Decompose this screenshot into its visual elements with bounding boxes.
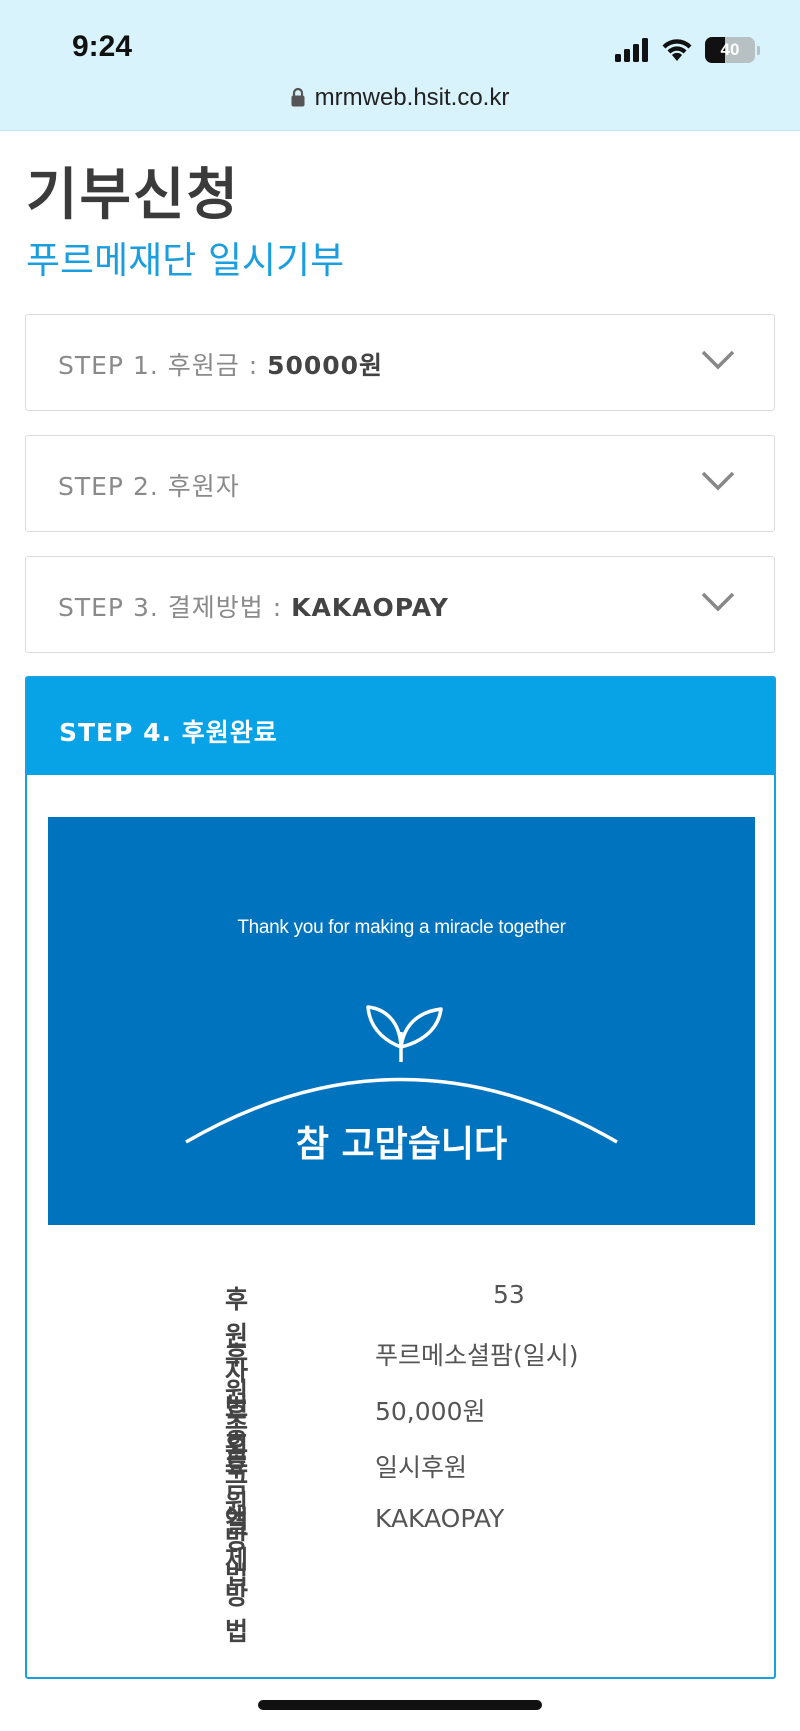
wifi-icon xyxy=(662,39,692,61)
thank-you-banner: Thank you for making a miracle together … xyxy=(48,817,755,1225)
status-icons: 40 xyxy=(615,34,760,66)
page-subtitle: 푸르메재단 일시기부 xyxy=(26,239,345,282)
chevron-down-icon[interactable] xyxy=(700,470,736,492)
detail-value: 푸르메소셜팜(일시) xyxy=(375,1341,579,1370)
url-text: mrmweb.hsit.co.kr xyxy=(314,84,510,111)
page-title: 기부신청 xyxy=(26,163,241,228)
chevron-down-icon[interactable] xyxy=(700,349,736,371)
browser-top-bar: 9:24 40 mrmweb.hsit.co.kr xyxy=(0,0,800,131)
step-1-value: 50000원 xyxy=(267,351,384,380)
detail-value: 53 xyxy=(493,1280,525,1309)
detail-value: 50,000원 xyxy=(375,1397,486,1426)
step-4-header[interactable]: STEP 4. 후원완료 xyxy=(27,678,774,775)
step-1-label: STEP 1. 후원금 : 50000원 xyxy=(58,346,383,382)
detail-value: 일시후원 xyxy=(375,1453,468,1482)
step-1-title: STEP 1. 후원금 : xyxy=(58,351,268,380)
status-time: 9:24 xyxy=(72,30,133,63)
step-4-panel: STEP 4. 후원완료 Thank you for making a mira… xyxy=(25,676,776,1679)
battery-icon: 40 xyxy=(705,37,755,63)
step-3-title: STEP 3. 결제방법 : xyxy=(58,593,292,622)
battery-level: 40 xyxy=(720,40,740,59)
banner-thanks: 참 고맙습니다 xyxy=(295,1124,508,1165)
battery-cap xyxy=(757,45,760,55)
signal-icon xyxy=(615,38,648,62)
address-bar[interactable]: mrmweb.hsit.co.kr xyxy=(0,84,800,112)
detail-value: KAKAOPAY xyxy=(375,1504,505,1533)
step-2-label: STEP 2. 후원자 xyxy=(58,467,240,503)
step-1-accordion[interactable]: STEP 1. 후원금 : 50000원 xyxy=(25,314,775,411)
home-indicator[interactable] xyxy=(258,1700,542,1710)
step-3-label: STEP 3. 결제방법 : KAKAOPAY xyxy=(58,588,449,624)
detail-key: 결제방법 xyxy=(225,1509,249,1646)
lock-icon xyxy=(291,87,305,107)
chevron-down-icon[interactable] xyxy=(700,591,736,613)
step-3-accordion[interactable]: STEP 3. 결제방법 : KAKAOPAY xyxy=(25,556,775,653)
step-4-label: STEP 4. 후원완료 xyxy=(59,718,278,747)
step-2-title: STEP 2. 후원자 xyxy=(58,472,240,501)
step-3-value: KAKAOPAY xyxy=(291,593,449,622)
step-2-accordion[interactable]: STEP 2. 후원자 xyxy=(25,435,775,532)
